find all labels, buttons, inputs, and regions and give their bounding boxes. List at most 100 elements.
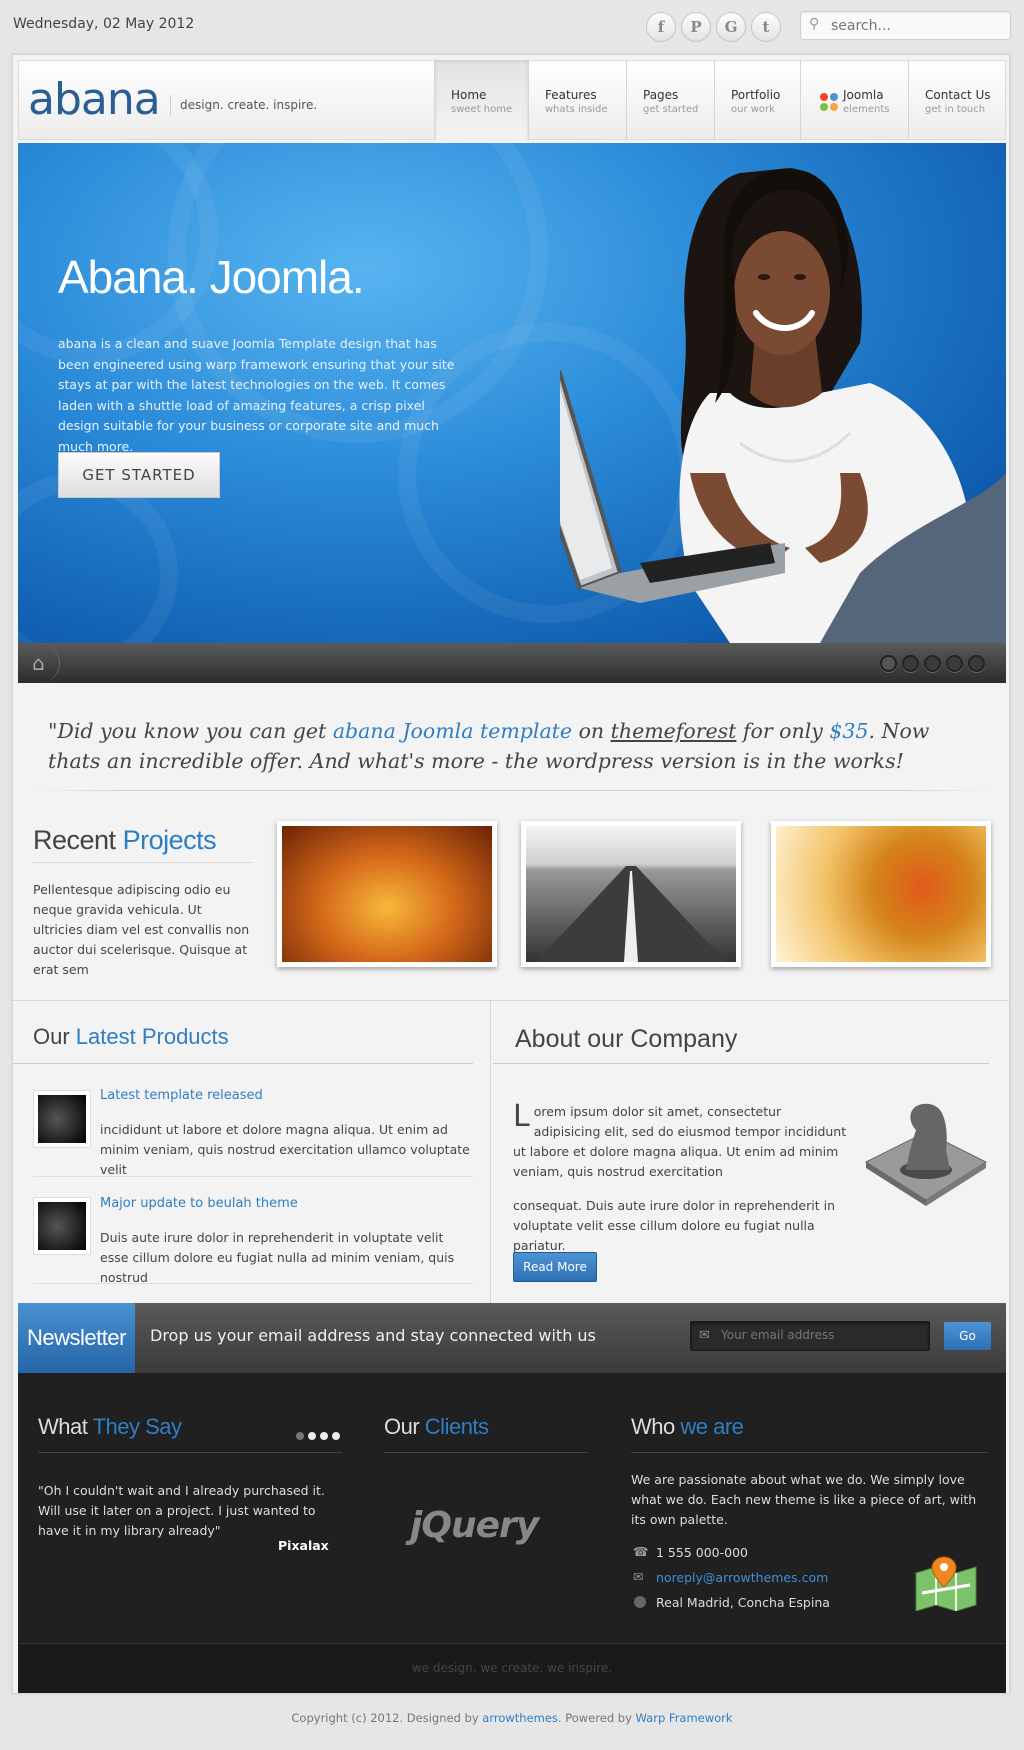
nav-home[interactable]: Home sweet home — [434, 60, 528, 140]
about-text-2: consequat. Duis aute irure dolor in repr… — [513, 1198, 835, 1253]
slide-dot-4[interactable] — [946, 655, 963, 672]
hero-title: Abana. Joomla. — [58, 251, 365, 303]
testimonials-title: What They Say — [38, 1414, 182, 1439]
divider — [12, 1000, 1010, 1001]
divider — [33, 1283, 473, 1284]
facebook-icon[interactable]: f — [646, 12, 676, 42]
testimonial-dot-4[interactable] — [332, 1432, 340, 1440]
search-box[interactable]: ⚲ — [800, 11, 1011, 40]
product-title[interactable]: Latest template released — [100, 1088, 263, 1103]
recent-projects-title: Recent Projects — [33, 825, 217, 855]
nav-sub: elements — [843, 104, 890, 115]
product-text: Duis aute irure dolor in reprehenderit i… — [100, 1230, 455, 1285]
quote-link-template[interactable]: abana Joomla template — [333, 719, 572, 743]
nav-joomla[interactable]: Joomla elements — [800, 60, 908, 140]
nav-sub: get started — [643, 104, 699, 115]
joomla-icon — [820, 93, 838, 111]
date-label: Wednesday, 02 May 2012 — [13, 16, 195, 32]
divider — [33, 862, 253, 863]
copyright: Copyright (c) 2012. Designed by arrowthe… — [291, 1711, 733, 1725]
nav-portfolio[interactable]: Portfolio our work — [714, 60, 800, 140]
testimonial-author: Pixalax — [278, 1538, 329, 1553]
newsletter-email-field[interactable]: ✉ — [690, 1321, 930, 1351]
product-text: incididunt ut labore et dolore magna ali… — [100, 1122, 470, 1177]
divider — [631, 1452, 987, 1453]
column-divider — [490, 1000, 491, 1303]
nav-sub: sweet home — [451, 104, 513, 115]
search-icon: ⚲ — [809, 16, 820, 32]
nav-label: Pages — [643, 88, 679, 102]
contact-phone: 1 555 000-000 — [656, 1545, 748, 1560]
nav-features[interactable]: Features whats inside — [528, 60, 626, 140]
google-icon[interactable]: G — [716, 12, 746, 42]
who-we-are-title: Who we are — [631, 1414, 744, 1439]
twitter-icon[interactable]: t — [751, 12, 781, 42]
map-icon — [915, 1556, 977, 1611]
nav-label: Home — [451, 88, 487, 102]
newsletter-go-button[interactable]: Go — [944, 1322, 991, 1350]
product-title[interactable]: Major update to beulah theme — [100, 1196, 298, 1211]
product-image[interactable] — [33, 1197, 91, 1255]
nav-pages[interactable]: Pages get started — [626, 60, 714, 140]
nav-label: Portfolio — [731, 88, 781, 102]
nav-sub: get in touch — [925, 104, 986, 115]
divider — [38, 1452, 342, 1453]
mail-icon: ✉ — [633, 1569, 644, 1584]
chess-knight-icon — [864, 1103, 988, 1206]
slider-control-bar — [18, 643, 1006, 683]
product-image[interactable] — [33, 1090, 91, 1148]
quote-link-themeforest[interactable]: themeforest — [611, 719, 737, 743]
testimonial-dot-3[interactable] — [320, 1432, 328, 1440]
testimonial-text: "Oh I couldn't wait and I already purcha… — [38, 1483, 325, 1538]
testimonial-dot-1[interactable] — [296, 1432, 304, 1440]
latest-products-title: Our Latest Products — [33, 1024, 229, 1049]
read-more-button[interactable]: Read More — [513, 1252, 597, 1282]
envelope-icon: ✉ — [699, 1328, 710, 1343]
project-thumb-wheat[interactable] — [277, 821, 497, 967]
nav-label: Contact Us — [925, 88, 991, 102]
nav-contact[interactable]: Contact Us get in touch — [908, 60, 1006, 140]
nav-sub: whats inside — [545, 104, 608, 115]
location-icon — [634, 1596, 646, 1608]
clients-title: Our Clients — [384, 1414, 489, 1439]
home-icon[interactable]: ⌂ — [18, 643, 60, 683]
search-input[interactable] — [831, 16, 1001, 36]
hero-person-image — [560, 168, 1006, 643]
client-logo-jquery[interactable]: jQuery — [410, 1505, 539, 1546]
slide-dot-5[interactable] — [968, 655, 985, 672]
quote-price: $35 — [829, 719, 869, 743]
pinterest-icon[interactable]: P — [681, 12, 711, 42]
slide-dot-1[interactable] — [880, 655, 897, 672]
logo[interactable]: abana — [28, 74, 161, 125]
promo-quote: "Did you know you can get abana Joomla t… — [48, 719, 930, 773]
get-started-button[interactable]: GET STARTED — [58, 452, 220, 498]
project-thumb-road[interactable] — [521, 821, 741, 967]
divider — [384, 1452, 588, 1453]
nav-label: Joomla — [843, 88, 884, 102]
divider — [493, 1063, 989, 1064]
about-text-1: Lorem ipsum dolor sit amet, consectetur … — [513, 1099, 847, 1180]
warp-framework-link[interactable]: Warp Framework — [636, 1711, 733, 1725]
nav-label: Features — [545, 88, 597, 102]
footer-slogan: we design. we create. we inspire. — [411, 1661, 613, 1675]
divider — [13, 1063, 473, 1064]
hero-text: abana is a clean and suave Joomla Templa… — [58, 336, 455, 454]
phone-icon: ☎ — [633, 1544, 649, 1559]
slide-dot-3[interactable] — [924, 655, 941, 672]
who-we-are-text: We are passionate about what we do. We s… — [631, 1472, 977, 1527]
recent-projects-text: Pellentesque adipiscing odio eu neque gr… — [33, 882, 250, 977]
divider — [33, 790, 991, 791]
project-thumb-leaves[interactable] — [771, 821, 991, 967]
about-title: About our Company — [515, 1025, 738, 1053]
arrowthemes-link[interactable]: arrowthemes — [482, 1711, 558, 1725]
testimonial-dot-2[interactable] — [308, 1432, 316, 1440]
contact-address: Real Madrid, Concha Espina — [656, 1595, 830, 1610]
tagline: design. create. inspire. — [170, 95, 317, 115]
newsletter-text: Drop us your email address and stay conn… — [150, 1326, 596, 1345]
contact-email[interactable]: noreply@arrowthemes.com — [656, 1568, 828, 1588]
newsletter-email-input[interactable] — [721, 1328, 921, 1342]
newsletter-label: Newsletter — [18, 1303, 135, 1373]
nav-sub: our work — [731, 104, 775, 115]
divider — [33, 1176, 473, 1177]
slide-dot-2[interactable] — [902, 655, 919, 672]
